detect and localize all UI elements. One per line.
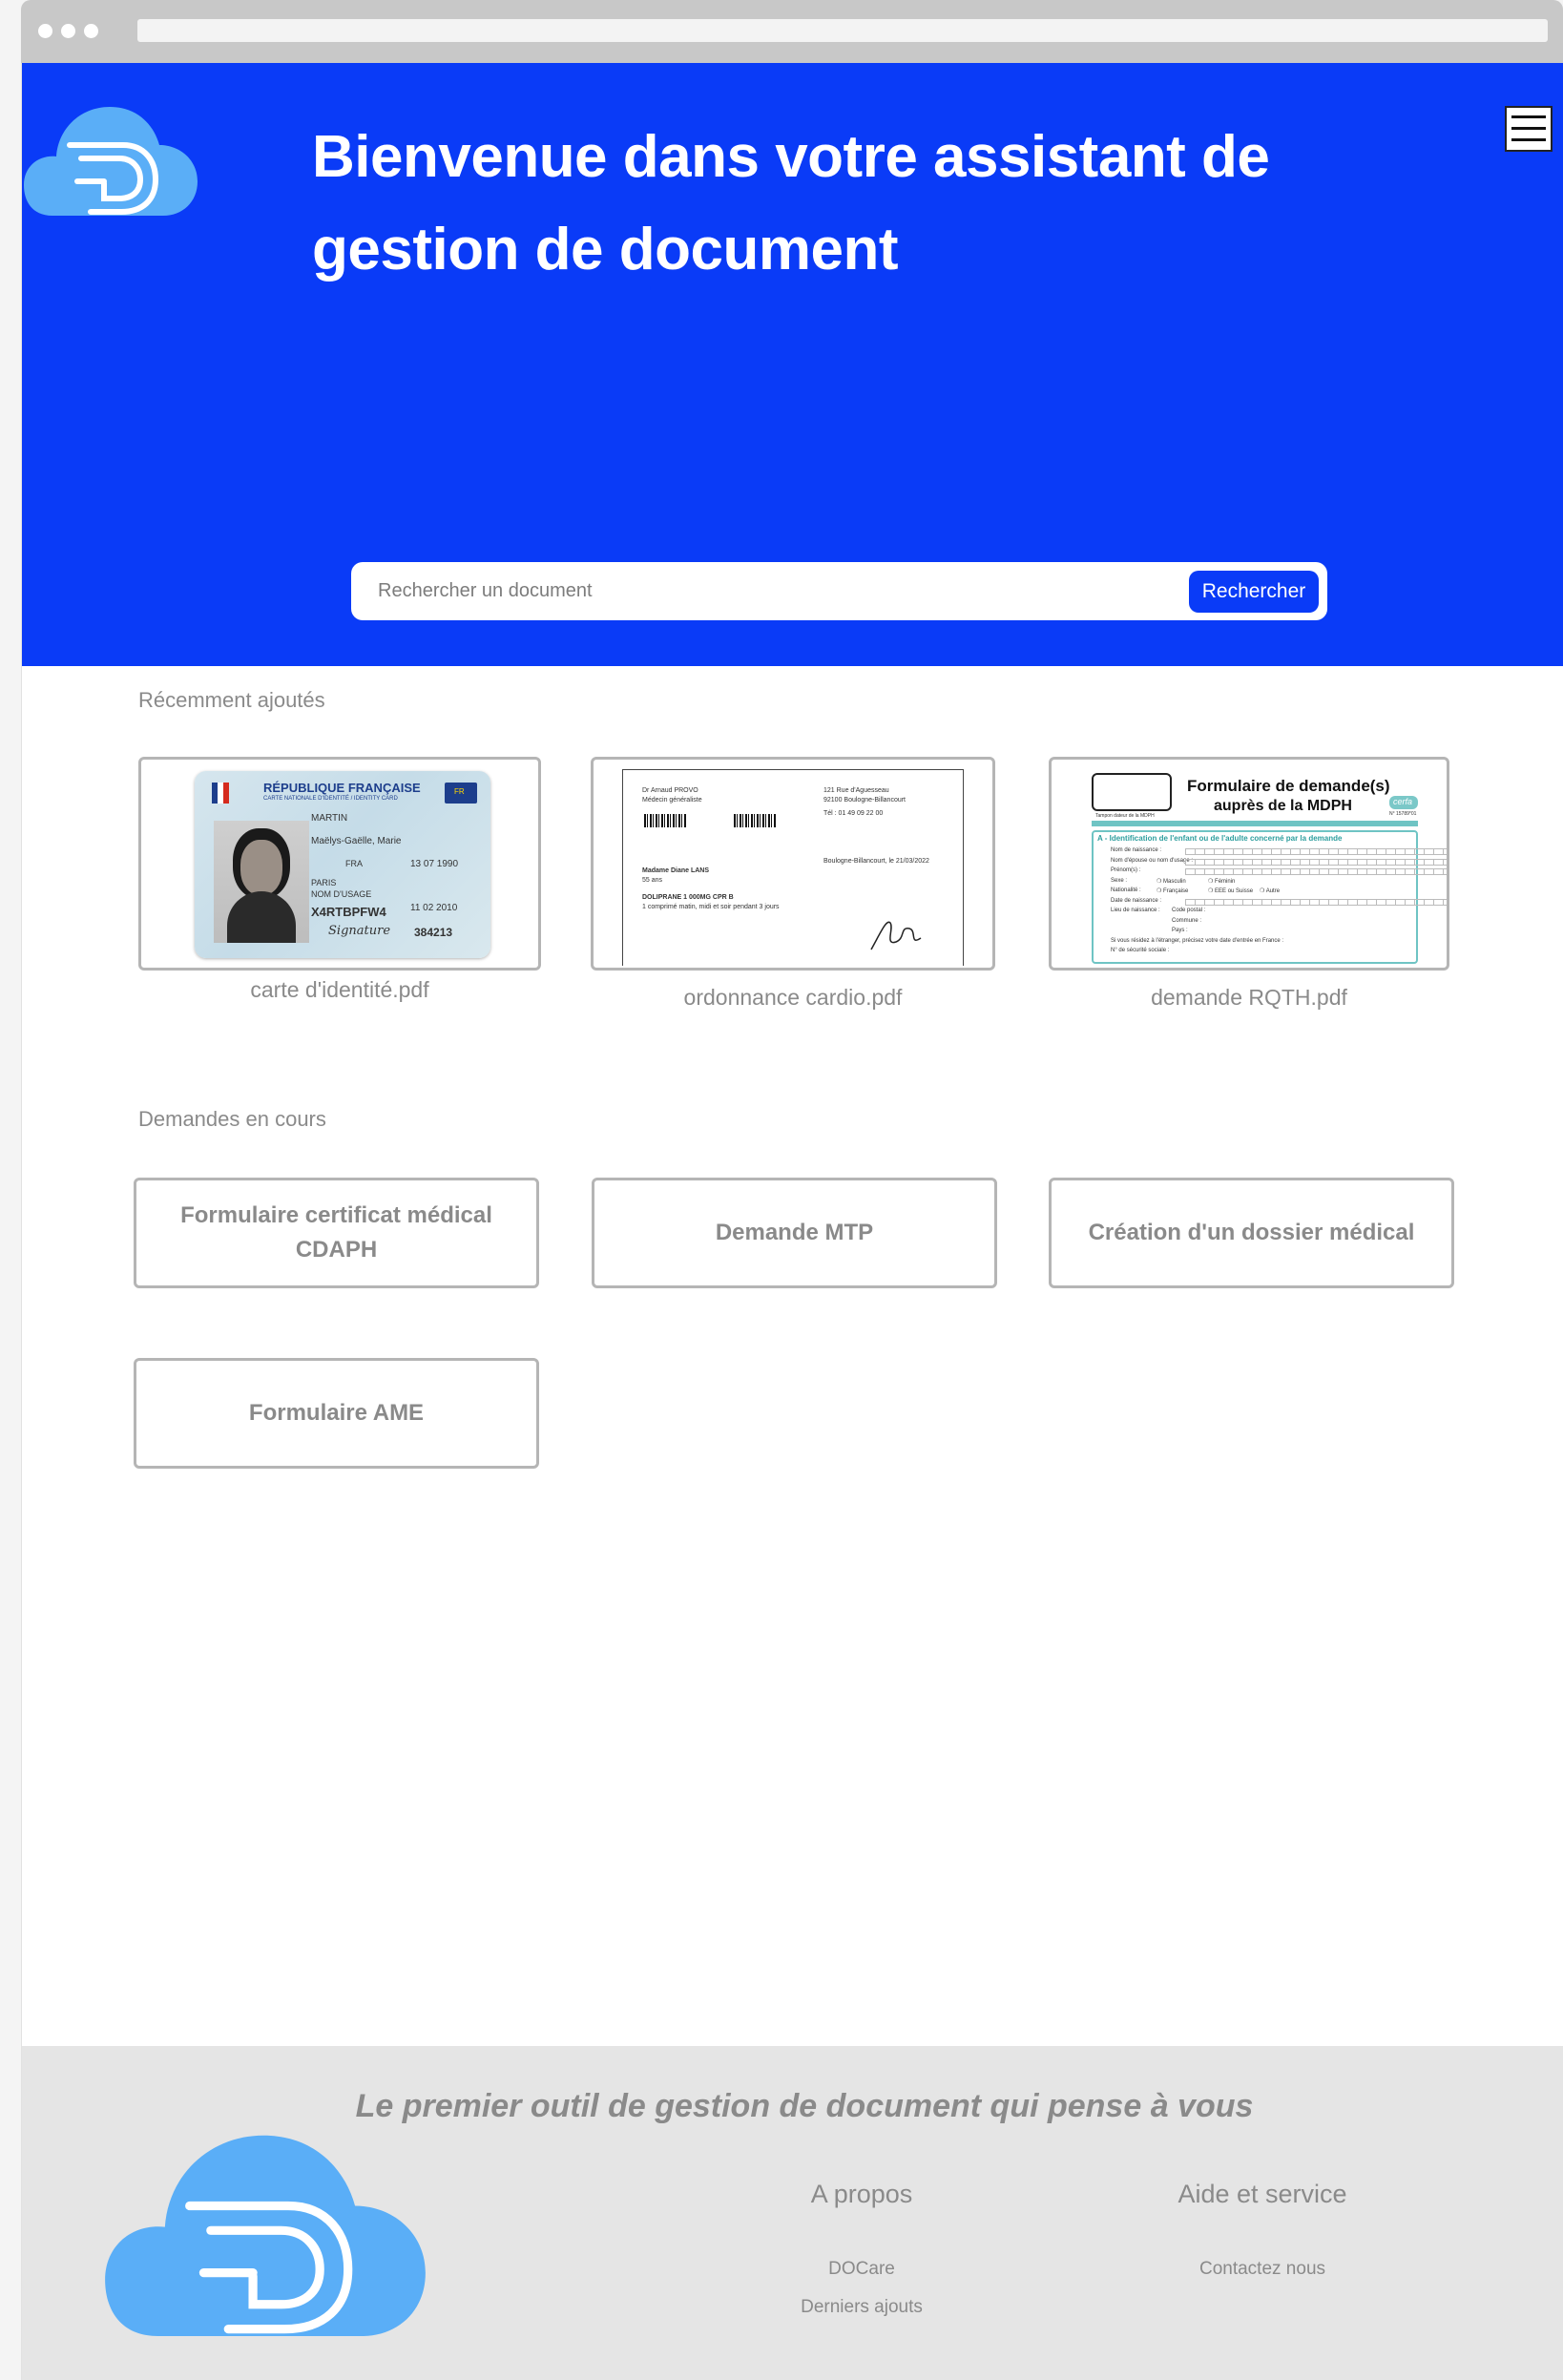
- footer-tagline: Le premier outil de gestion de document …: [355, 2088, 1254, 2124]
- signature-icon: [870, 921, 922, 950]
- window-dot: [38, 24, 52, 38]
- mdph-form-thumbnail: Tampon dateur de la MDPH Formulaire de d…: [1052, 760, 1447, 968]
- mdph-field-label: Prénom(s) :: [1111, 867, 1141, 873]
- mdph-cerfa: cerfa: [1393, 797, 1413, 806]
- mdph-field-boxes: [1185, 898, 1447, 906]
- requests-section-label: Demandes en cours: [138, 1107, 326, 1131]
- mdph-field-label: Nom d'épouse ou nom d'usage :: [1111, 857, 1194, 864]
- mdph-field-label: Date de naissance :: [1111, 897, 1162, 904]
- document-name[interactable]: carte d'identité.pdf: [138, 977, 541, 1003]
- mdph-field-label: Sexe :: [1111, 877, 1128, 884]
- id-card-expiry: 11 02 2010: [410, 903, 458, 913]
- id-card-number: X4RTBPFW4: [311, 905, 386, 919]
- id-card-given-names: Maëlys-Gaëlle, Marie: [311, 836, 402, 846]
- page-title: Bienvenue dans votre assistant de gestio…: [312, 124, 1270, 282]
- footer: Le premier outil de gestion de document …: [22, 2046, 1563, 2380]
- request-card[interactable]: Demande MTP: [592, 1178, 997, 1288]
- footer-about-title: A propos: [810, 2180, 913, 2208]
- id-card-birth-date: 13 07 1990: [410, 859, 459, 869]
- search-button[interactable]: Rechercher: [1189, 571, 1319, 613]
- mdph-title: Formulaire de demande(s): [1187, 777, 1390, 795]
- mdph-field-label: ❍ Masculin: [1157, 878, 1186, 885]
- prescription-phone: Tél : 01 49 09 22 00: [823, 810, 884, 817]
- footer-help-title: Aide et service: [1177, 2180, 1347, 2208]
- document-name[interactable]: ordonnance cardio.pdf: [591, 985, 995, 1011]
- mdph-field-boxes: [1185, 848, 1447, 855]
- document-card-id[interactable]: RÉPUBLIQUE FRANÇAISE CARTE NATIONALE D'I…: [138, 757, 541, 971]
- prescription-patient: Madame Diane LANS: [642, 867, 710, 874]
- prescription-age: 55 ans: [642, 877, 663, 884]
- id-card-country: RÉPUBLIQUE FRANÇAISE: [263, 781, 421, 795]
- cloud-d-logo-icon[interactable]: [24, 105, 198, 216]
- mdph-field-label: Commune :: [1172, 917, 1202, 924]
- page: Bienvenue dans votre assistant de gestio…: [21, 63, 1563, 2380]
- footer-link-contact[interactable]: Contactez nous: [1110, 2259, 1415, 2280]
- mdph-field-label: ❍ Féminin: [1208, 878, 1236, 885]
- mdph-field-label: N° de sécurité sociale :: [1111, 948, 1170, 953]
- id-card-thumbnail: RÉPUBLIQUE FRANÇAISE CARTE NATIONALE D'I…: [195, 771, 490, 958]
- mdph-field-label: ❍ Française: [1157, 888, 1189, 894]
- prescription-thumbnail: Dr Arnaud PROVO Médecin généraliste 121 …: [622, 769, 964, 966]
- mdph-field-label: Nom de naissance :: [1111, 847, 1162, 853]
- document-card-prescription[interactable]: Dr Arnaud PROVO Médecin généraliste 121 …: [591, 757, 995, 971]
- recent-section-label: Récemment ajoutés: [138, 688, 325, 712]
- mdph-title: auprès de la MDPH: [1214, 798, 1352, 814]
- footer-link-docare[interactable]: DOCare: [719, 2259, 1005, 2280]
- prescription-address: 121 Rue d'Aguesseau: [823, 787, 889, 794]
- document-name[interactable]: demande RQTH.pdf: [1049, 985, 1449, 1011]
- mdph-field-boxes: [1185, 858, 1447, 866]
- id-card-usage-name: NOM D'USAGE: [311, 889, 372, 899]
- prescription-address: 92100 Boulogne-Billancourt: [823, 797, 907, 804]
- id-card-can: 384213: [414, 926, 453, 939]
- mdph-field-label: Si vous résidez à l'étranger, précisez v…: [1111, 937, 1284, 944]
- mdph-section: A - Identification de l'enfant ou de l'a…: [1097, 834, 1343, 843]
- id-card-subtitle: CARTE NATIONALE D'IDENTITÉ / IDENTITY CA…: [263, 796, 398, 802]
- window-dot: [84, 24, 98, 38]
- id-card-signature: Signature: [328, 924, 391, 938]
- mdph-field-label: Nationalité :: [1111, 887, 1141, 893]
- prescription-date: Boulogne-Billancourt, le 21/03/2022: [823, 858, 929, 865]
- footer-link-recent[interactable]: Derniers ajouts: [719, 2297, 1005, 2318]
- request-card[interactable]: Création d'un dossier médical: [1049, 1178, 1454, 1288]
- browser-chrome: [21, 0, 1563, 63]
- hero-banner: Bienvenue dans votre assistant de gestio…: [22, 63, 1563, 666]
- mdph-cerfa-number: N° 15789*01: [1389, 811, 1417, 817]
- search-bar: Rechercher: [351, 562, 1327, 620]
- search-input[interactable]: [378, 575, 1141, 606]
- id-card-nationality: FRA: [345, 859, 363, 868]
- mdph-field-label: ❍ Autre: [1260, 888, 1281, 894]
- hamburger-menu-icon[interactable]: [1505, 106, 1553, 152]
- prescription-dosage: 1 comprimé matin, midi et soir pendant 3…: [642, 904, 780, 910]
- id-card-birth-place: PARIS: [311, 878, 337, 887]
- cloud-d-logo-icon[interactable]: [104, 2132, 427, 2336]
- mdph-field-label: Code postal :: [1172, 908, 1206, 913]
- mdph-stamp: Tampon dateur de la MDPH: [1095, 813, 1155, 819]
- id-card-badge: FR: [454, 787, 465, 796]
- mdph-field-label: Pays :: [1172, 928, 1188, 933]
- window-dot: [61, 24, 75, 38]
- prescription-specialty: Médecin généraliste: [642, 797, 702, 804]
- request-card[interactable]: Formulaire certificat médical CDAPH: [134, 1178, 539, 1288]
- id-card-surname: MARTIN: [311, 813, 348, 824]
- request-card[interactable]: Formulaire AME: [134, 1358, 539, 1469]
- address-bar[interactable]: [137, 19, 1548, 42]
- prescription-doctor: Dr Arnaud PROVO: [642, 787, 698, 794]
- mdph-field-boxes: [1185, 868, 1447, 875]
- mdph-field-label: ❍ EEE ou Suisse: [1208, 888, 1254, 894]
- prescription-drug: DOLIPRANE 1 000MG CPR B: [642, 894, 734, 901]
- mdph-field-label: Lieu de naissance :: [1111, 908, 1160, 913]
- document-card-mdph[interactable]: Tampon dateur de la MDPH Formulaire de d…: [1049, 757, 1449, 971]
